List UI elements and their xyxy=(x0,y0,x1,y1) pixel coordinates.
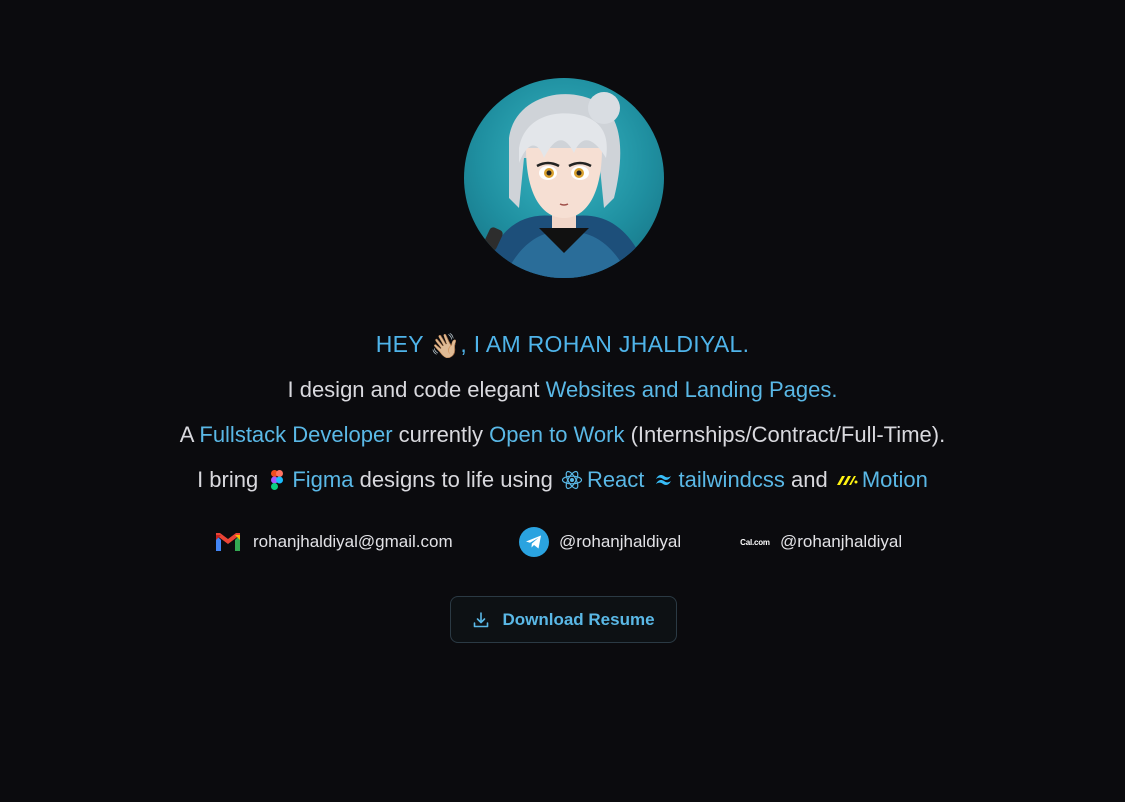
greeting-name: , I AM ROHAN JHALDIYAL. xyxy=(460,331,750,357)
work-status: Open to Work xyxy=(489,422,625,447)
tailwind-label: tailwindcss xyxy=(678,467,785,492)
motion-icon xyxy=(836,469,858,491)
stack-and: and xyxy=(784,467,834,492)
role-title: Fullstack Developer xyxy=(199,422,393,447)
stack-line: I bring Figma designs to life using Reac… xyxy=(0,465,1125,495)
tagline-accent: Websites and Landing Pages. xyxy=(545,377,838,402)
download-icon xyxy=(472,611,490,629)
email-address: rohanjhaldiyal@gmail.com xyxy=(253,532,453,551)
stack-prefix: I bring xyxy=(197,467,265,492)
telegram-handle: @rohanjhaldiyal xyxy=(559,532,682,551)
greeting-heading: HEY 👋🏼, I AM ROHAN JHALDIYAL. xyxy=(0,329,1125,362)
motion-label: Motion xyxy=(861,467,928,492)
tagline: I design and code elegant Websites and L… xyxy=(0,375,1125,405)
react-icon xyxy=(561,469,583,491)
figma-label: Figma xyxy=(292,467,354,492)
waving-hand-icon: 👋🏼 xyxy=(430,333,461,360)
gmail-icon xyxy=(213,527,243,557)
contact-links: rohanjhaldiyal@gmail.com @rohanjhaldiyal… xyxy=(0,526,1125,558)
download-resume-label: Download Resume xyxy=(502,609,655,629)
cal-handle: @rohanjhaldiyal xyxy=(780,532,903,551)
work-types: (Internships/Contract/Full-Time). xyxy=(624,422,946,447)
cal-icon: Cal.com xyxy=(740,527,770,557)
stack-mid: designs to life using xyxy=(353,467,559,492)
greeting-prefix: HEY xyxy=(375,331,431,357)
role-prefix: A xyxy=(179,422,200,447)
react-label: React xyxy=(586,467,645,492)
role-mid: currently xyxy=(392,422,490,447)
role-line: A Fullstack Developer currently Open to … xyxy=(0,420,1125,450)
profile-avatar xyxy=(464,78,664,278)
figma-icon xyxy=(266,469,288,491)
email-link[interactable]: rohanjhaldiyal@gmail.com xyxy=(213,526,453,558)
tailwind-icon xyxy=(653,469,675,491)
download-resume-button[interactable]: Download Resume xyxy=(450,596,677,643)
cal-link[interactable]: Cal.com @rohanjhaldiyal xyxy=(740,526,902,558)
tagline-text: I design and code elegant xyxy=(287,377,546,402)
avatar-illustration xyxy=(483,92,649,278)
telegram-icon xyxy=(519,527,549,557)
page: HEY 👋🏼, I AM ROHAN JHALDIYAL. I design a… xyxy=(0,0,1125,802)
cal-badge-text: Cal.com xyxy=(740,537,770,547)
telegram-link[interactable]: @rohanjhaldiyal xyxy=(519,526,681,558)
